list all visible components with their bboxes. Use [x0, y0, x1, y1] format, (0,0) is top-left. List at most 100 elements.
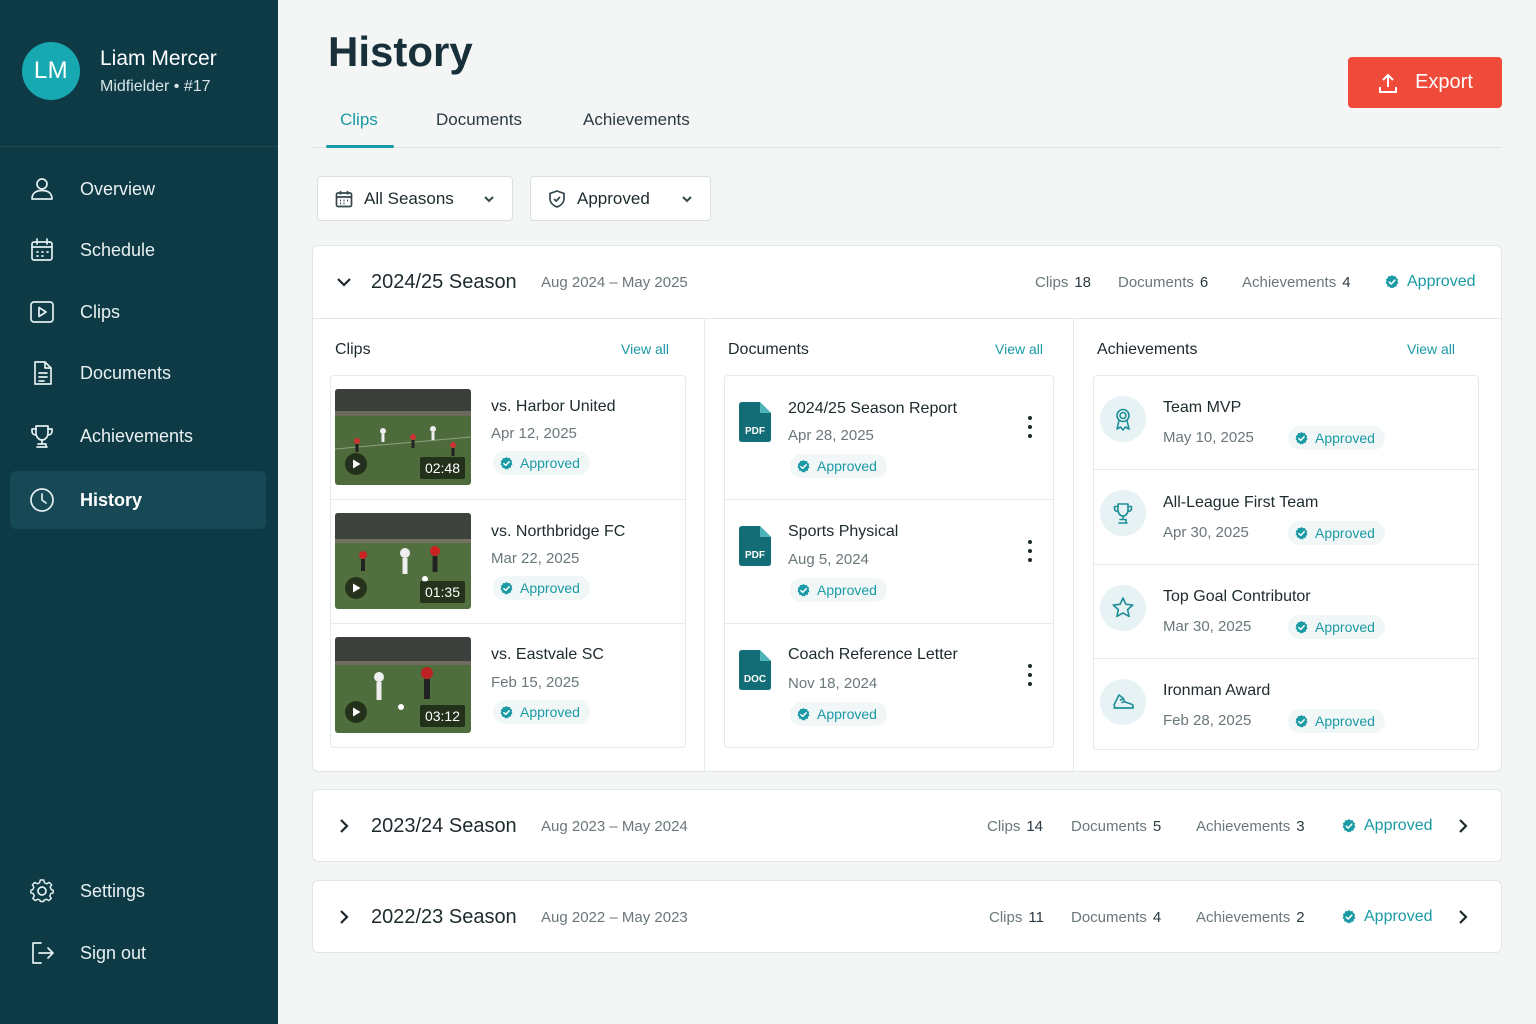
clip-duration: 02:48 — [419, 457, 465, 479]
document-item[interactable]: DOC Coach Reference Letter Nov 18, 2024 … — [725, 624, 1053, 748]
clips-count: Clips 14 — [987, 817, 1044, 835]
view-all-documents-link[interactable]: View all — [995, 341, 1043, 357]
clip-duration: 03:12 — [419, 705, 465, 727]
sidebar-item-documents[interactable]: Documents — [10, 344, 266, 402]
season-header[interactable]: 2022/23 Season Aug 2022 – May 2023 Clips… — [313, 881, 1501, 953]
calendar-icon — [335, 190, 353, 207]
documents-list: PDF 2024/25 Season Report Apr 28, 2025 A… — [724, 375, 1054, 748]
play-icon[interactable] — [345, 577, 367, 599]
season-header[interactable]: 2024/25 Season Aug 2024 – May 2025 Clips… — [313, 246, 1501, 318]
view-all-achievements-link[interactable]: View all — [1407, 341, 1455, 357]
sidebar: LM Liam Mercer Midfielder • #17 Overview… — [0, 0, 278, 1024]
play-icon[interactable] — [345, 701, 367, 723]
status-badge: Approved — [1341, 817, 1433, 835]
pdf-file-icon: PDF — [739, 402, 771, 442]
file-type-label: DOC — [744, 674, 766, 685]
clip-date: Feb 15, 2025 — [491, 674, 580, 691]
chevron-down-icon[interactable] — [333, 271, 355, 293]
status-badge: Approved — [1288, 426, 1385, 450]
tab-documents[interactable]: Documents — [436, 110, 522, 130]
sidebar-item-settings[interactable]: Settings — [10, 862, 266, 920]
season-name: 2023/24 Season — [371, 814, 517, 837]
user-role: Midfielder • #17 — [100, 78, 211, 95]
document-title: Coach Reference Letter — [788, 646, 958, 663]
avatar: LM — [22, 42, 80, 100]
chevron-down-icon — [484, 196, 494, 203]
status-badge: Approved — [1341, 908, 1433, 926]
export-button-label: Export — [1415, 71, 1473, 93]
sidebar-item-label: History — [80, 489, 143, 510]
trophy-icon — [1100, 490, 1146, 536]
season-details: Clips View all 02:48 vs. Harbor United A… — [313, 318, 1501, 773]
achievement-title: Team MVP — [1163, 399, 1242, 416]
sidebar-divider — [0, 146, 278, 147]
season-name: 2024/25 Season — [371, 270, 517, 293]
documents-count: Documents 5 — [1071, 817, 1162, 835]
clip-date: Apr 12, 2025 — [491, 425, 577, 442]
clip-item[interactable]: 03:12 vs. Eastvale SC Feb 15, 2025 Appro… — [331, 624, 685, 748]
achievements-column: Achievements View all Team MVP May 10, 2… — [1074, 319, 1501, 773]
gear-icon — [28, 877, 56, 905]
chevron-right-icon[interactable] — [1455, 818, 1471, 834]
export-button[interactable]: Export — [1348, 57, 1502, 108]
sidebar-item-schedule[interactable]: Schedule — [10, 221, 266, 279]
sidebar-item-label: Documents — [80, 362, 172, 383]
clips-count: Clips 18 — [1035, 273, 1092, 291]
user-icon — [28, 175, 56, 203]
clip-item[interactable]: 02:48 vs. Harbor United Apr 12, 2025 App… — [331, 376, 685, 500]
sidebar-item-label: Schedule — [80, 239, 156, 260]
season-card-2022-23[interactable]: 2022/23 Season Aug 2022 – May 2023 Clips… — [312, 880, 1502, 953]
clip-thumbnail[interactable]: 03:12 — [335, 637, 471, 733]
sidebar-item-signout[interactable]: Sign out — [10, 924, 266, 982]
season-filter-dropdown[interactable]: All Seasons — [317, 176, 513, 221]
tab-clips[interactable]: Clips — [340, 110, 378, 130]
achievement-item[interactable]: All-League First Team Apr 30, 2025 Appro… — [1094, 470, 1478, 565]
season-header[interactable]: 2023/24 Season Aug 2023 – May 2024 Clips… — [313, 790, 1501, 862]
season-card-2023-24[interactable]: 2023/24 Season Aug 2023 – May 2024 Clips… — [312, 789, 1502, 862]
clips-column: Clips View all 02:48 vs. Harbor United A… — [313, 319, 704, 773]
verified-icon — [1294, 526, 1309, 541]
achievements-list: Team MVP May 10, 2025 Approved All-Leagu… — [1093, 375, 1479, 750]
user-profile[interactable]: LM Liam Mercer Midfielder • #17 — [22, 42, 217, 100]
achievement-date: May 10, 2025 — [1163, 429, 1254, 446]
trophy-icon — [28, 422, 56, 450]
document-date: Aug 5, 2024 — [788, 551, 869, 568]
achievement-item[interactable]: Top Goal Contributor Mar 30, 2025 Approv… — [1094, 565, 1478, 659]
doc-file-icon: DOC — [739, 650, 771, 690]
chevron-right-icon[interactable] — [333, 906, 355, 928]
sidebar-item-clips[interactable]: Clips — [10, 283, 266, 341]
sidebar-item-achievements[interactable]: Achievements — [10, 407, 266, 465]
verified-icon — [1294, 714, 1309, 729]
season-range: Aug 2024 – May 2025 — [541, 273, 688, 291]
status-badge: Approved — [493, 700, 590, 724]
status-filter-dropdown[interactable]: Approved — [530, 176, 711, 221]
chevron-right-icon[interactable] — [333, 815, 355, 837]
view-all-clips-link[interactable]: View all — [621, 341, 669, 357]
sidebar-item-history[interactable]: History — [10, 471, 266, 529]
shoe-icon — [1100, 679, 1146, 725]
achievements-count: Achievements 2 — [1196, 908, 1305, 926]
status-badge: Approved — [493, 576, 590, 600]
season-card-2024-25: 2024/25 Season Aug 2024 – May 2025 Clips… — [312, 245, 1502, 773]
shield-check-icon — [549, 189, 565, 208]
document-item[interactable]: PDF 2024/25 Season Report Apr 28, 2025 A… — [725, 376, 1053, 500]
chevron-right-icon[interactable] — [1455, 909, 1471, 925]
achievement-item[interactable]: Ironman Award Feb 28, 2025 Approved — [1094, 659, 1478, 751]
verified-icon — [1341, 818, 1357, 834]
verified-icon — [1341, 909, 1357, 925]
clip-thumbnail[interactable]: 01:35 — [335, 513, 471, 609]
sidebar-item-overview[interactable]: Overview — [10, 160, 266, 218]
clip-item[interactable]: 01:35 vs. Northbridge FC Mar 22, 2025 Ap… — [331, 500, 685, 624]
achievement-item[interactable]: Team MVP May 10, 2025 Approved — [1094, 376, 1478, 470]
clip-thumbnail[interactable]: 02:48 — [335, 389, 471, 485]
status-badge: Approved — [493, 451, 590, 475]
play-icon[interactable] — [345, 453, 367, 475]
more-options-icon[interactable] — [1027, 540, 1033, 562]
main-content: History Export Clips Documents Achieveme… — [278, 0, 1536, 1024]
more-options-icon[interactable] — [1027, 416, 1033, 438]
document-item[interactable]: PDF Sports Physical Aug 5, 2024 Approved — [725, 500, 1053, 624]
document-date: Apr 28, 2025 — [788, 427, 874, 444]
tab-achievements[interactable]: Achievements — [583, 110, 690, 130]
more-options-icon[interactable] — [1027, 664, 1033, 686]
pdf-file-icon: PDF — [739, 526, 771, 566]
